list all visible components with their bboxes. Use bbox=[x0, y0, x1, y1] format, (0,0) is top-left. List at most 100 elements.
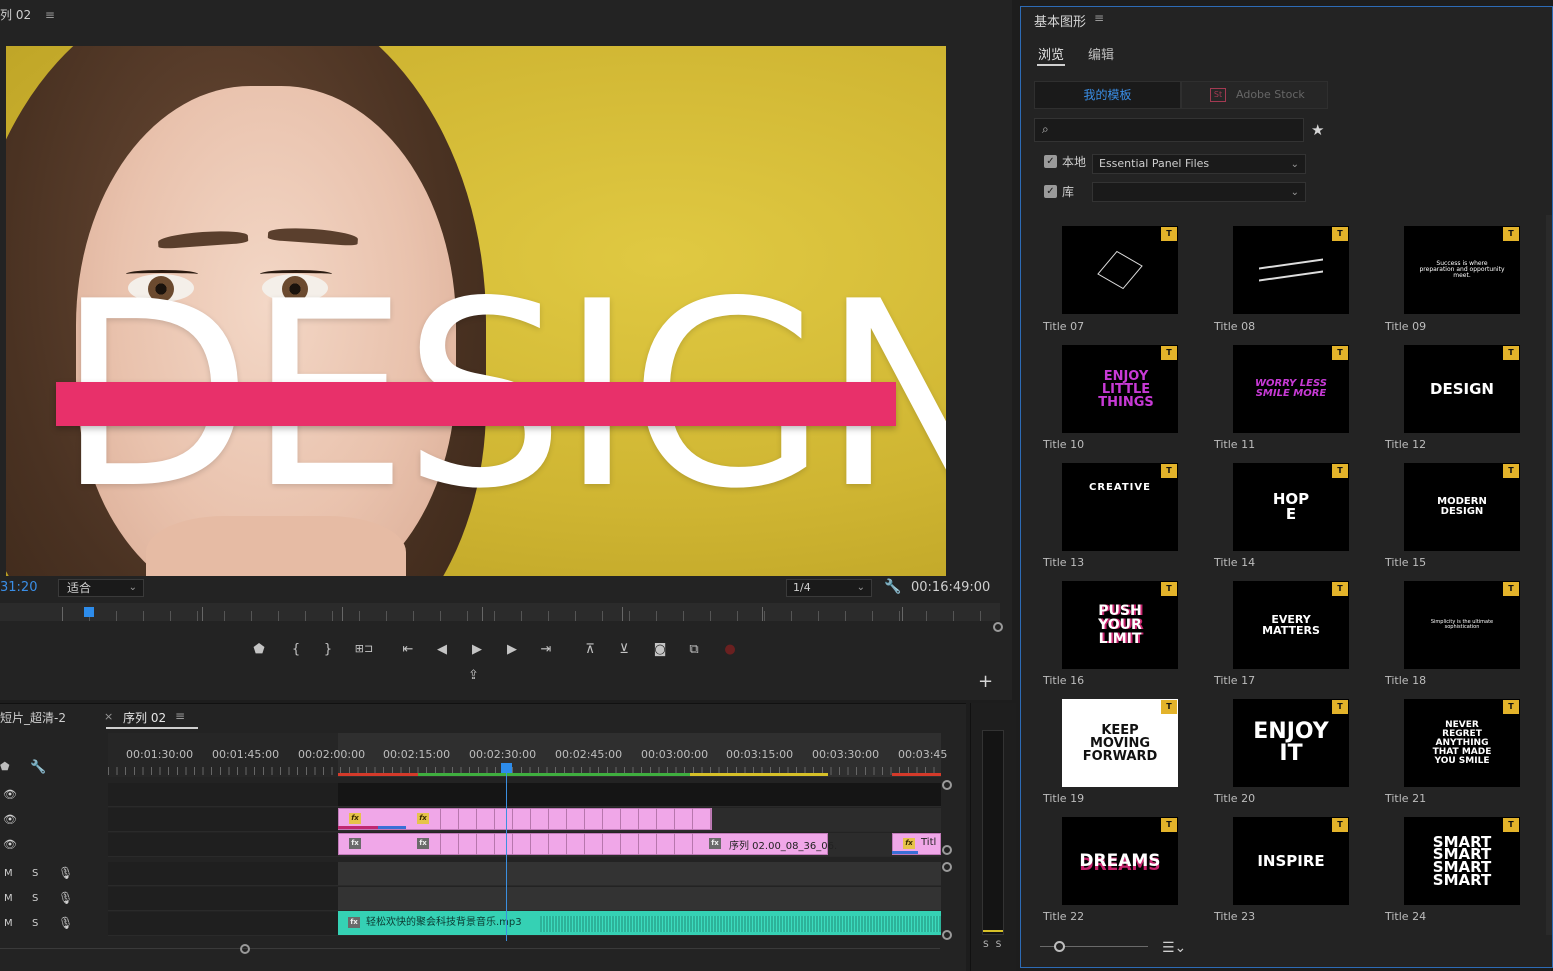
template-tile[interactable]: ENJOY IT T bbox=[1233, 699, 1349, 787]
mark-out-icon[interactable]: } bbox=[318, 642, 338, 657]
step-back-icon[interactable]: ◀ bbox=[432, 642, 452, 657]
local-folder-dropdown[interactable]: Essential Panel Files ⌄ bbox=[1092, 154, 1306, 174]
record-icon[interactable]: ● bbox=[720, 642, 740, 657]
panel-scrollbar[interactable] bbox=[1546, 215, 1552, 935]
camera-icon[interactable]: ◙ bbox=[650, 642, 670, 657]
fx-badge: fx bbox=[349, 813, 361, 824]
sort-menu-icon[interactable]: ☰⌄ bbox=[1162, 940, 1186, 956]
microphone-icon[interactable]: 🎙 bbox=[58, 891, 73, 905]
template-tile[interactable]: Success is where preparation and opportu… bbox=[1404, 226, 1520, 314]
tile-caption: Title 20 bbox=[1214, 792, 1256, 805]
mute-button[interactable]: M bbox=[4, 893, 13, 904]
track-zoom-handle[interactable] bbox=[942, 930, 952, 940]
tile-caption: Title 07 bbox=[1043, 320, 1085, 333]
track-zoom-handle[interactable] bbox=[942, 862, 952, 872]
template-tile[interactable]: WORRY LESS SMILE MORE T bbox=[1233, 345, 1349, 433]
extract-icon[interactable]: ⊻ bbox=[614, 642, 634, 657]
text-template-badge: T bbox=[1332, 227, 1348, 241]
star-icon[interactable]: ★ bbox=[1311, 121, 1324, 139]
go-to-end-icon[interactable]: ⇥ bbox=[536, 642, 556, 657]
template-tile[interactable]: NEVER REGRET ANYTHING THAT MADE YOU SMIL… bbox=[1404, 699, 1520, 787]
tab-edit[interactable]: 编辑 bbox=[1088, 44, 1114, 63]
fit-dropdown[interactable]: 适合 ⌄ bbox=[58, 579, 144, 597]
ruler-label: 00:02:45:00 bbox=[555, 748, 623, 761]
play-icon[interactable]: ▶ bbox=[467, 642, 487, 657]
resolution-dropdown[interactable]: 1/4 ⌄ bbox=[786, 579, 872, 597]
eye-icon[interactable]: 👁 bbox=[3, 813, 17, 826]
chevron-down-icon: ⌄ bbox=[856, 582, 865, 593]
template-tile[interactable]: INSPIRE T bbox=[1233, 817, 1349, 905]
template-tile[interactable]: T bbox=[1062, 226, 1178, 314]
my-templates-button[interactable]: 我的模板 bbox=[1034, 81, 1181, 109]
template-search-input[interactable] bbox=[1034, 118, 1304, 142]
eye-icon[interactable]: 👁 bbox=[3, 838, 17, 851]
compare-icon[interactable]: ⧉ bbox=[684, 642, 704, 657]
track-header-a1: M S 🎙 bbox=[0, 862, 108, 886]
eye-icon[interactable]: 👁 bbox=[3, 788, 17, 801]
template-tile[interactable]: T bbox=[1233, 226, 1349, 314]
microphone-icon[interactable]: 🎙 bbox=[58, 866, 73, 880]
thumbnail-size-handle[interactable] bbox=[1054, 941, 1065, 952]
mute-button[interactable]: M bbox=[4, 868, 13, 879]
track-zoom-handle[interactable] bbox=[942, 780, 952, 790]
template-tile[interactable]: DESIGN T bbox=[1404, 345, 1520, 433]
export-frame-icon[interactable]: ⇪ bbox=[468, 668, 479, 683]
close-icon[interactable]: × bbox=[104, 710, 113, 723]
adobe-stock-button[interactable]: Adobe Stock bbox=[1181, 81, 1328, 109]
text-template-badge: T bbox=[1332, 346, 1348, 360]
mute-button[interactable]: M bbox=[4, 918, 13, 929]
clip-title-marker bbox=[892, 851, 918, 854]
tab-sequence-02[interactable]: 序列 02 bbox=[123, 709, 166, 726]
solo-button[interactable]: S bbox=[32, 918, 38, 929]
monitor-title[interactable]: 列 02 bbox=[0, 8, 31, 22]
microphone-icon[interactable]: 🎙 bbox=[58, 916, 73, 930]
library-dropdown[interactable]: ⌄ bbox=[1092, 182, 1306, 202]
timeline-scroll-handle[interactable] bbox=[240, 944, 250, 954]
go-to-start-icon[interactable]: ⇤ bbox=[398, 642, 418, 657]
video-preview[interactable]: DESIGN bbox=[6, 46, 946, 576]
monitor-playhead[interactable] bbox=[84, 607, 94, 617]
template-tile[interactable]: EVERY MATTERS T bbox=[1233, 581, 1349, 669]
marker-icon[interactable]: ⬟ bbox=[0, 760, 10, 773]
track-a2-work bbox=[338, 887, 941, 911]
step-forward-icon[interactable]: ▶ bbox=[502, 642, 522, 657]
tile-caption: Title 24 bbox=[1385, 910, 1427, 923]
add-marker-icon[interactable]: ⬟ bbox=[249, 642, 269, 657]
add-button-icon[interactable]: + bbox=[978, 671, 993, 692]
template-tile[interactable]: MODERN DESIGN T bbox=[1404, 463, 1520, 551]
track-zoom-handle[interactable] bbox=[942, 845, 952, 855]
panel-title[interactable]: 基本图形 bbox=[1034, 11, 1086, 30]
lift-icon[interactable]: ⊼ bbox=[580, 642, 600, 657]
timeline-settings-wrench-icon[interactable]: 🔧 bbox=[30, 760, 46, 775]
monitor-scrub-bar[interactable] bbox=[0, 603, 1000, 621]
meter-solo-buttons[interactable]: S S bbox=[983, 940, 1003, 950]
template-tile[interactable]: SMART SMART SMART SMART T bbox=[1404, 817, 1520, 905]
settings-wrench-icon[interactable]: 🔧 bbox=[884, 579, 901, 595]
timeline-playhead-handle[interactable] bbox=[501, 763, 512, 773]
template-tile[interactable]: DREAMS T bbox=[1062, 817, 1178, 905]
template-tile[interactable]: Simplicity is the ultimate sophisticatio… bbox=[1404, 581, 1520, 669]
tab-menu-icon[interactable]: ≡ bbox=[175, 709, 185, 723]
track-header-a3: M S 🎙 bbox=[0, 912, 108, 936]
solo-button[interactable]: S bbox=[32, 893, 38, 904]
monitor-menu-icon[interactable]: ≡ bbox=[45, 8, 55, 22]
solo-button[interactable]: S bbox=[32, 868, 38, 879]
tile-caption: Title 22 bbox=[1043, 910, 1085, 923]
mark-in-icon[interactable]: { bbox=[286, 642, 306, 657]
go-to-in-icon[interactable]: ⊞⊐ bbox=[354, 642, 374, 655]
template-tile[interactable]: PUSH YOUR LIMIT T bbox=[1062, 581, 1178, 669]
template-tile[interactable]: CREATIVE T bbox=[1062, 463, 1178, 551]
tab-browse[interactable]: 浏览 bbox=[1038, 44, 1064, 63]
text-template-badge: T bbox=[1161, 700, 1177, 714]
tile-caption: Title 16 bbox=[1043, 674, 1085, 687]
template-tile[interactable]: ENJOY LITTLE THINGS T bbox=[1062, 345, 1178, 433]
tab-clip-sequence[interactable]: 短片_超清-2 bbox=[0, 709, 66, 726]
current-timecode[interactable]: 31:20 bbox=[0, 580, 37, 595]
template-tile[interactable]: HOPE T bbox=[1233, 463, 1349, 551]
scrub-end-handle[interactable] bbox=[993, 622, 1003, 632]
timeline-scrollbar[interactable] bbox=[0, 948, 940, 949]
local-checkbox[interactable]: ✓ bbox=[1044, 155, 1057, 168]
template-tile[interactable]: KEEP MOVING FORWARD T bbox=[1062, 699, 1178, 787]
panel-menu-icon[interactable]: ≡ bbox=[1094, 11, 1104, 25]
library-checkbox[interactable]: ✓ bbox=[1044, 185, 1057, 198]
